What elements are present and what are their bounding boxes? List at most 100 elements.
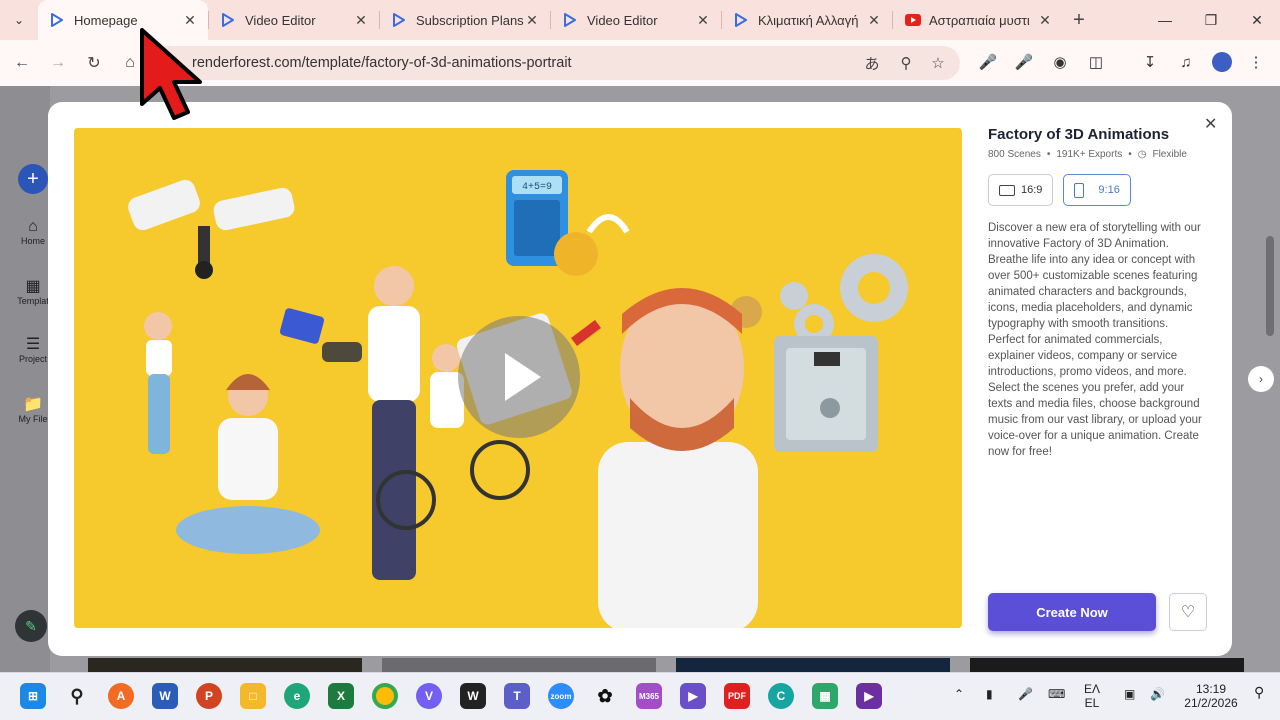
word-icon[interactable]: W — [152, 683, 178, 709]
play-icon — [505, 353, 541, 401]
youtube-icon — [905, 13, 921, 27]
restore-button[interactable]: ❐ — [1188, 0, 1234, 40]
minimize-button[interactable]: — — [1142, 0, 1188, 40]
pdf-icon[interactable]: PDF — [724, 683, 750, 709]
media-control-icon[interactable]: ♫ — [1171, 47, 1201, 77]
profile-avatar[interactable] — [1207, 47, 1237, 77]
volume-icon[interactable]: 🔊 — [1150, 687, 1165, 701]
browser-tab[interactable]: Αστραπιαία μυστι ✕ — [893, 0, 1063, 40]
browser-tab[interactable]: Video Editor ✕ — [551, 0, 721, 40]
bookmark-star-icon[interactable]: ☆ — [928, 53, 948, 73]
play-button[interactable] — [458, 316, 580, 438]
extensions-puzzle-icon[interactable]: ◫ — [1081, 47, 1111, 77]
template-thumbnail — [88, 658, 362, 672]
notifications-bell-icon[interactable]: ⚲ — [1254, 685, 1264, 699]
template-title: Factory of 3D Animations — [988, 126, 1170, 143]
translate-icon[interactable]: あ — [862, 53, 882, 73]
m365-icon[interactable]: M365 — [636, 683, 662, 709]
start-icon[interactable]: ⊞ — [20, 683, 46, 709]
tab-close-icon[interactable]: ✕ — [1037, 12, 1053, 29]
tab-search-button[interactable]: ⌄ — [0, 0, 38, 40]
address-bar[interactable]: renderforest.com/template/factory-of-3d-… — [150, 46, 960, 80]
keyboard-icon[interactable]: ⌨ — [1048, 687, 1065, 701]
tab-label: Κλιματική Αλλαγή — [758, 12, 859, 28]
ratio-16-9-button[interactable]: 16:9 — [988, 174, 1054, 206]
heart-icon: ♡ — [1180, 604, 1196, 621]
chatgpt-icon[interactable]: ✿ — [592, 683, 618, 709]
scene-count: 800 Scenes — [988, 149, 1041, 160]
extension-icon[interactable]: ◉ — [1045, 47, 1075, 77]
tab-label: Αστραπιαία μυστι — [929, 12, 1030, 28]
zoom-app-icon[interactable]: zoom — [548, 683, 574, 709]
tab-close-icon[interactable]: ✕ — [353, 12, 369, 29]
template-thumbnail — [382, 658, 656, 672]
renderforest-icon — [221, 13, 235, 27]
video-editor-icon[interactable]: ▶ — [856, 683, 882, 709]
network-icon[interactable]: ▣ — [1124, 687, 1135, 701]
voice-input-icon[interactable]: 🎤 — [1009, 47, 1039, 77]
menu-kebab-icon[interactable]: ⋮ — [1241, 47, 1271, 77]
close-window-button[interactable]: ✕ — [1234, 0, 1280, 40]
clock-icon: ◷ — [1137, 149, 1147, 160]
copilot-icon[interactable]: C — [768, 683, 794, 709]
tab-label: Video Editor — [587, 12, 658, 28]
browser-tab[interactable]: Subscription Plans ✕ — [380, 0, 550, 40]
url-text: renderforest.com/template/factory-of-3d-… — [192, 55, 572, 71]
windows-taskbar: ⊞ ⚲ A W P □ e X V W T zoom ✿ M365 ▶ PDF … — [0, 672, 1280, 720]
video-preview[interactable]: 4+5=9 — [74, 128, 962, 628]
tab-close-icon[interactable]: ✕ — [695, 12, 711, 29]
template-description: Discover a new era of storytelling with … — [988, 222, 1202, 458]
microphone-icon[interactable]: 🎤 — [973, 47, 1003, 77]
back-button[interactable]: ← — [4, 45, 40, 81]
app-grid-icon[interactable]: ▦ — [812, 683, 838, 709]
date: 21/2/2026 — [1184, 696, 1238, 710]
ratio-label: 16:9 — [1021, 184, 1043, 196]
chevron-up-icon[interactable]: ⌃ — [954, 687, 964, 701]
download-icon[interactable]: ↧ — [1135, 47, 1165, 77]
zoom-icon[interactable]: ⚲ — [896, 53, 916, 73]
clock[interactable]: 13:19 21/2/2026 — [1178, 682, 1244, 710]
template-thumbnail — [970, 658, 1244, 672]
app-sidebar: + ⌂ Home ▦ Templat ☰ Project 📁 My File ✎ — [0, 86, 50, 672]
export-count: 191K+ Exports — [1056, 149, 1123, 160]
ratio-9-16-button[interactable]: 9:16 — [1063, 174, 1131, 206]
teams-icon[interactable]: T — [504, 683, 530, 709]
ratio-label: 9:16 — [1098, 184, 1120, 196]
usb-icon[interactable]: ▮ — [986, 687, 993, 701]
viber-icon[interactable]: V — [416, 683, 442, 709]
page-scrollbar[interactable] — [1266, 236, 1274, 336]
clipchamp-icon[interactable]: ▶ — [680, 683, 706, 709]
create-plus-button[interactable]: + — [18, 164, 48, 194]
forward-button[interactable]: → — [40, 45, 76, 81]
separator-dot: • — [1128, 149, 1132, 160]
svg-text:4+5=9: 4+5=9 — [522, 182, 552, 193]
excel-icon[interactable]: X — [328, 683, 354, 709]
portrait-icon — [1074, 182, 1085, 198]
template-thumbnail — [676, 658, 950, 672]
webex-icon[interactable]: W — [460, 683, 486, 709]
create-now-button[interactable]: Create Now — [988, 593, 1156, 631]
tab-label: Video Editor — [245, 12, 316, 28]
template-preview-modal: 4+5=9 ✕ Factory of 3D Animations 800 Sce… — [48, 102, 1232, 656]
renderforest-icon — [563, 13, 577, 27]
edge-icon[interactable]: e — [284, 683, 310, 709]
browser-tab[interactable]: Κλιματική Αλλαγή ✕ — [722, 0, 892, 40]
renderforest-icon — [734, 13, 748, 27]
new-tab-button[interactable]: + — [1063, 9, 1095, 32]
favorite-button[interactable]: ♡ — [1169, 593, 1207, 631]
powerpoint-icon[interactable]: P — [196, 683, 222, 709]
search-icon[interactable]: ⚲ — [64, 683, 90, 709]
language-indicator[interactable]: ΕΛ EL — [1084, 682, 1100, 710]
reload-button[interactable]: ↻ — [76, 45, 112, 81]
microphone-tray-icon[interactable]: 🎤 — [1018, 687, 1033, 701]
browser-tab[interactable]: Video Editor ✕ — [209, 0, 379, 40]
tab-close-icon[interactable]: ✕ — [866, 12, 882, 29]
page-backdrop: + ⌂ Home ▦ Templat ☰ Project 📁 My File ✎ › — [0, 86, 1280, 672]
chrome-icon[interactable] — [372, 683, 398, 709]
tab-label: Subscription Plans — [416, 12, 524, 28]
file-explorer-icon[interactable]: □ — [240, 683, 266, 709]
carousel-next-button[interactable]: › — [1248, 366, 1274, 392]
edit-pencil-button[interactable]: ✎ — [15, 610, 47, 642]
tab-close-icon[interactable]: ✕ — [524, 12, 540, 29]
avast-icon[interactable]: A — [108, 683, 134, 709]
